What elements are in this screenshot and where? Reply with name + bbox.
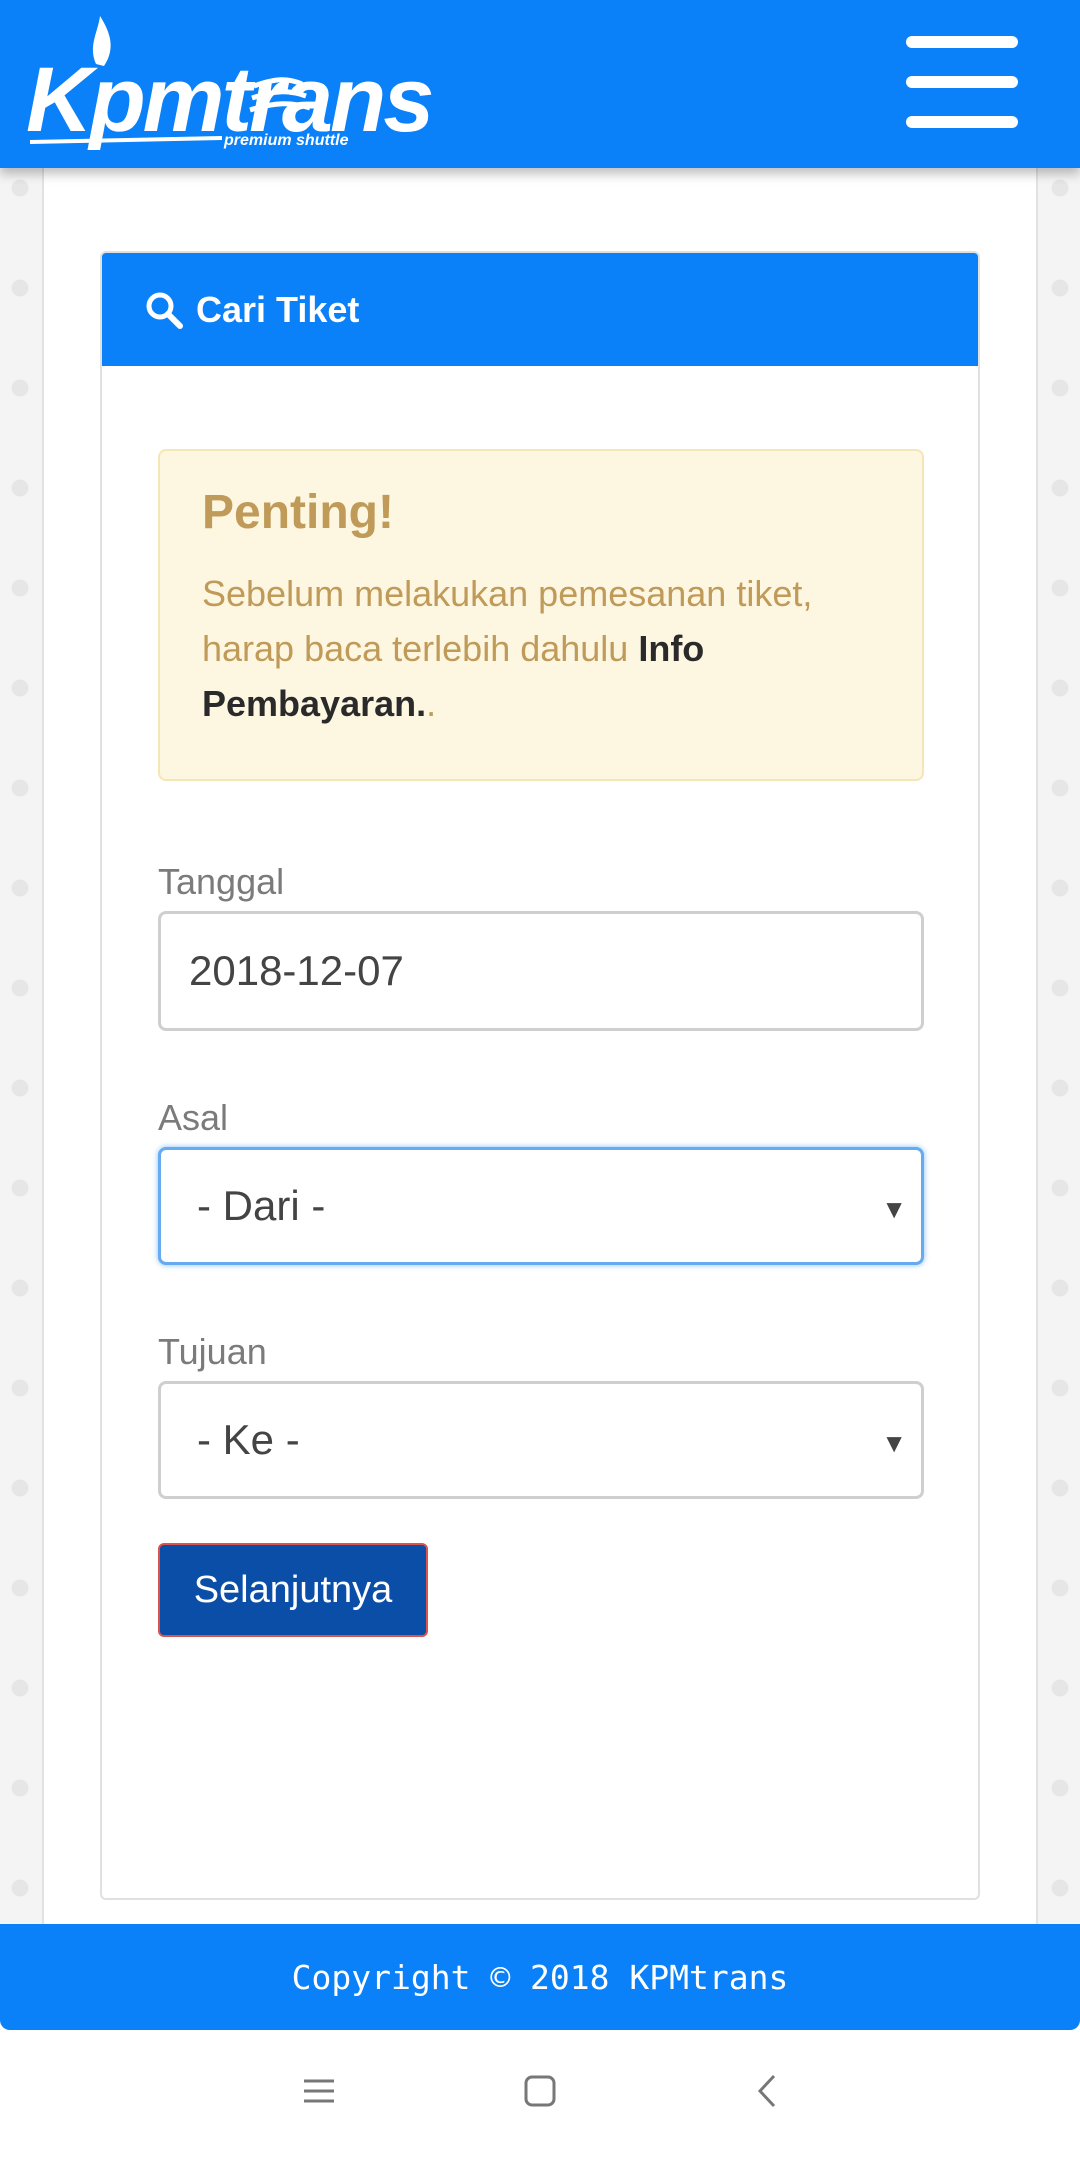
search-icon <box>146 292 183 329</box>
navbar: Kpmtrans premium shuttle <box>0 0 1080 168</box>
footer: Copyright © 2018 KPMtrans <box>0 1924 1080 2030</box>
alert-title: Penting! <box>202 486 394 539</box>
card-header: Cari Tiket <box>102 253 978 366</box>
brand-tagline: premium shuttle <box>224 132 349 149</box>
search-ticket-card: Cari Tiket Penting! Sebelum melakukan pe… <box>100 251 980 1900</box>
destination-select[interactable]: - Ke - ▼ <box>158 1381 924 1499</box>
menu-icon[interactable] <box>302 2074 336 2108</box>
destination-value: - Ke - <box>197 1416 300 1463</box>
tujuan-label: Tujuan <box>158 1331 267 1372</box>
origin-value: - Dari - <box>197 1182 326 1229</box>
next-button[interactable]: Selanjutnya <box>158 1543 428 1637</box>
alert-body: Sebelum melakukan pemesanan tiket, harap… <box>202 566 880 731</box>
chevron-down-icon: ▼ <box>881 1194 907 1224</box>
brand-logo[interactable]: Kpmtrans premium shuttle <box>26 14 434 154</box>
copyright-text: Copyright © 2018 KPMtrans <box>291 1957 789 1997</box>
alert-text: Sebelum melakukan pemesanan tiket, harap… <box>202 572 813 669</box>
tanggal-label: Tanggal <box>158 861 285 902</box>
card-title: Cari Tiket <box>196 288 360 330</box>
back-icon[interactable] <box>752 2074 786 2108</box>
system-navigation-bar <box>0 2030 1080 2160</box>
asal-label: Asal <box>158 1097 229 1138</box>
origin-select[interactable]: - Dari - ▼ <box>158 1147 924 1265</box>
chevron-down-icon: ▼ <box>881 1428 907 1458</box>
date-value: 2018-12-07 <box>189 947 404 994</box>
hamburger-menu-icon[interactable] <box>906 34 1018 130</box>
alert-text-suffix: . <box>426 682 437 724</box>
home-icon[interactable] <box>523 2074 557 2108</box>
date-input[interactable]: 2018-12-07 <box>158 911 924 1031</box>
important-alert: Penting! Sebelum melakukan pemesanan tik… <box>158 449 924 781</box>
